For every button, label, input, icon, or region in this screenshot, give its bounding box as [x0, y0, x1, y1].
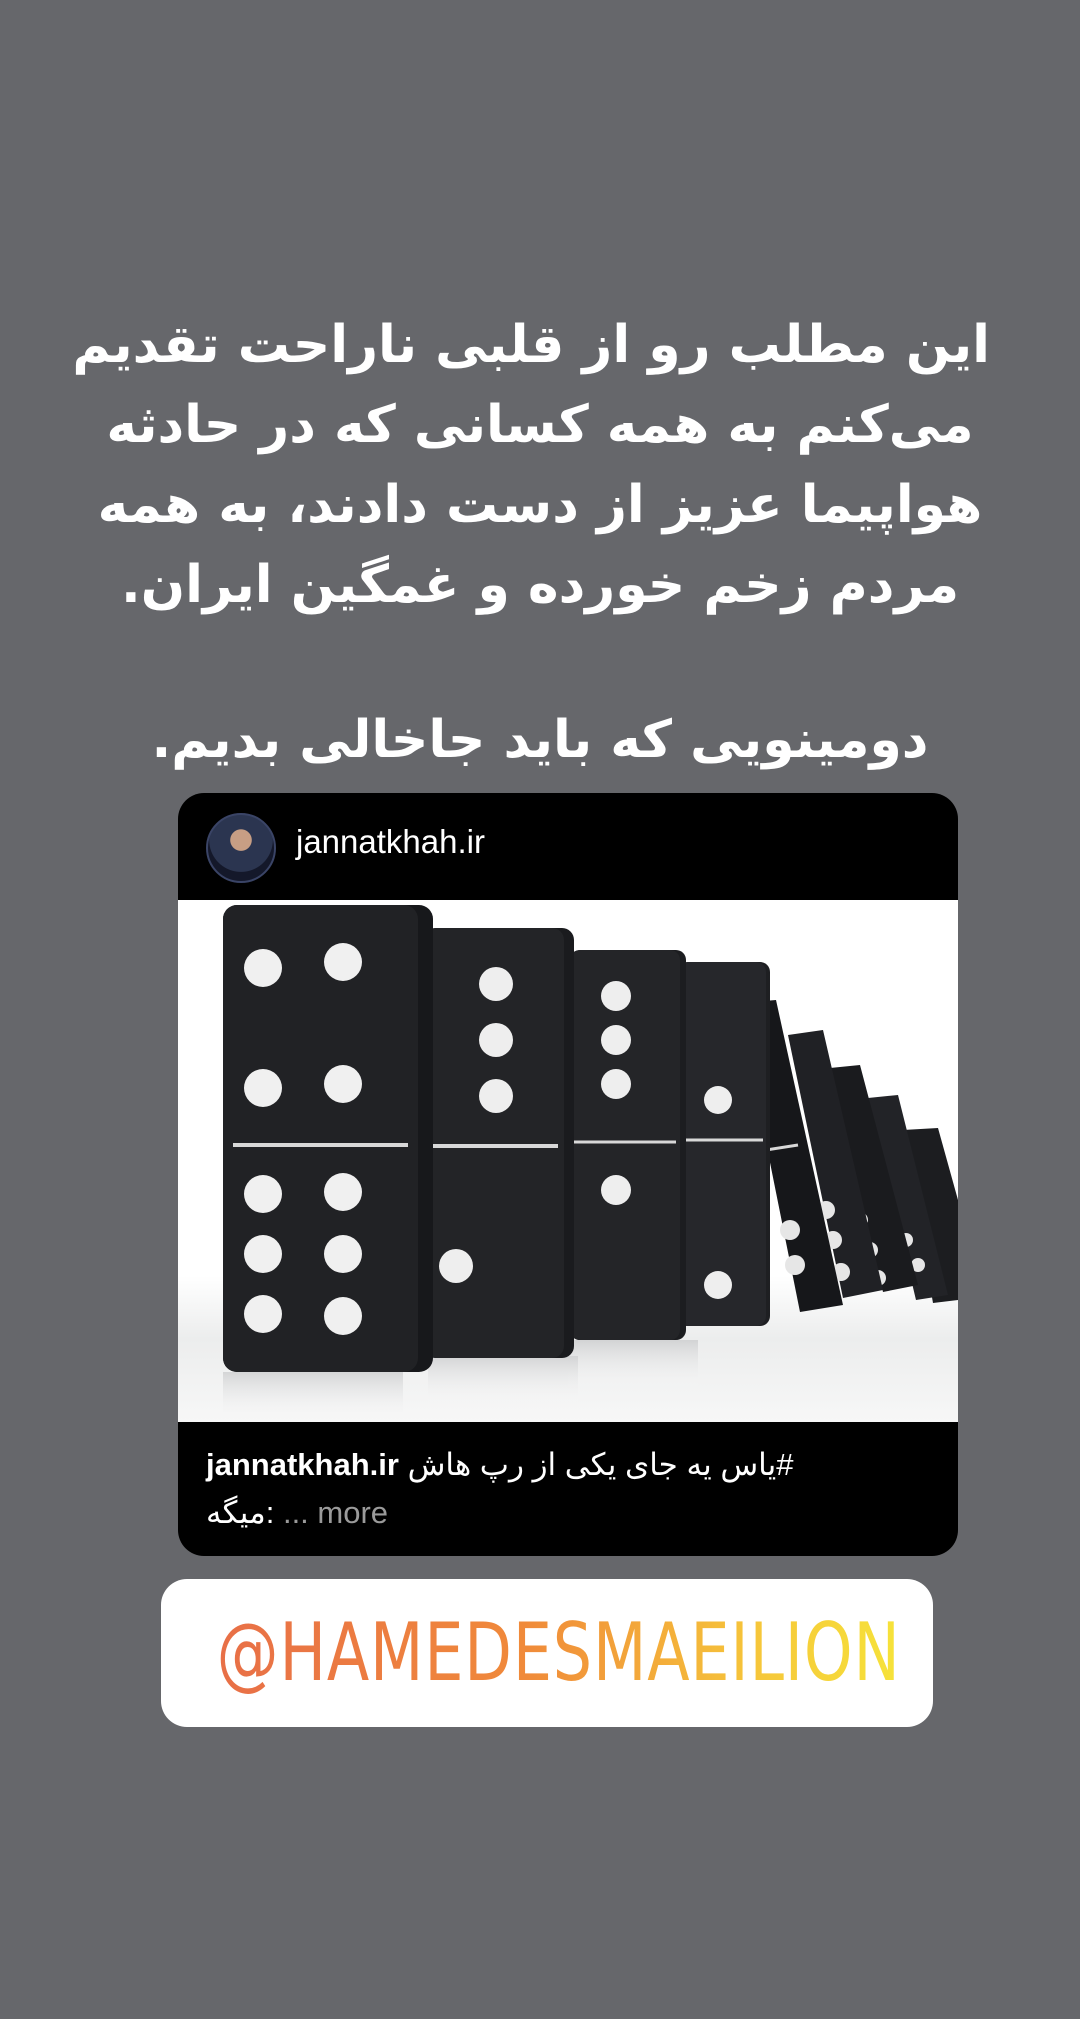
mention-text[interactable]: @HAMEDESMAEILION	[217, 1579, 901, 1727]
shared-post-card[interactable]: jannatkhah.ir jannatkhah.ir #یاس یه جای …	[178, 793, 958, 1556]
mention-sticker[interactable]: @HAMEDESMAEILION	[161, 1579, 933, 1727]
domino-2	[223, 905, 433, 1372]
story-line-1: این مطلب رو از قلبی ناراحت تقدیم	[72, 315, 990, 375]
post-caption[interactable]: jannatkhah.ir #یاس یه جای یکی از رپ هاش …	[206, 1441, 931, 1537]
story-line-3: هواپیما عزیز از دست دادند، به همه	[97, 475, 983, 535]
domino-3	[424, 928, 574, 1358]
post-header[interactable]: jannatkhah.ir	[178, 793, 958, 899]
story-line-2: می‌کنم به همه کسانی که در حادثه	[106, 395, 974, 455]
post-image-dominoes[interactable]	[178, 900, 958, 1422]
profile-avatar[interactable]	[206, 813, 276, 883]
caption-username[interactable]: jannatkhah.ir	[206, 1447, 399, 1482]
caption-first-line: jannatkhah.ir #یاس یه جای یکی از رپ هاش	[206, 1441, 931, 1489]
domino-5	[678, 962, 770, 1326]
caption-more-link[interactable]: ... more	[283, 1495, 388, 1530]
post-username[interactable]: jannatkhah.ir	[296, 823, 485, 861]
story-line-4: مردم زخم خورده و غمگین ایران.	[120, 555, 960, 615]
domino-illustration	[223, 905, 958, 1422]
story-text: این مطلب رو از قلبی ناراحت تقدیم می‌کنم …	[72, 305, 990, 780]
domino-4	[570, 950, 686, 1340]
caption-second-line: میگه: ... more	[206, 1489, 931, 1537]
caption-text: #یاس یه جای یکی از رپ هاش	[407, 1447, 794, 1482]
caption-text-line2: میگه:	[206, 1495, 275, 1530]
story-closing-line: دومینویی که باید جاخالی بدیم.	[151, 710, 929, 770]
